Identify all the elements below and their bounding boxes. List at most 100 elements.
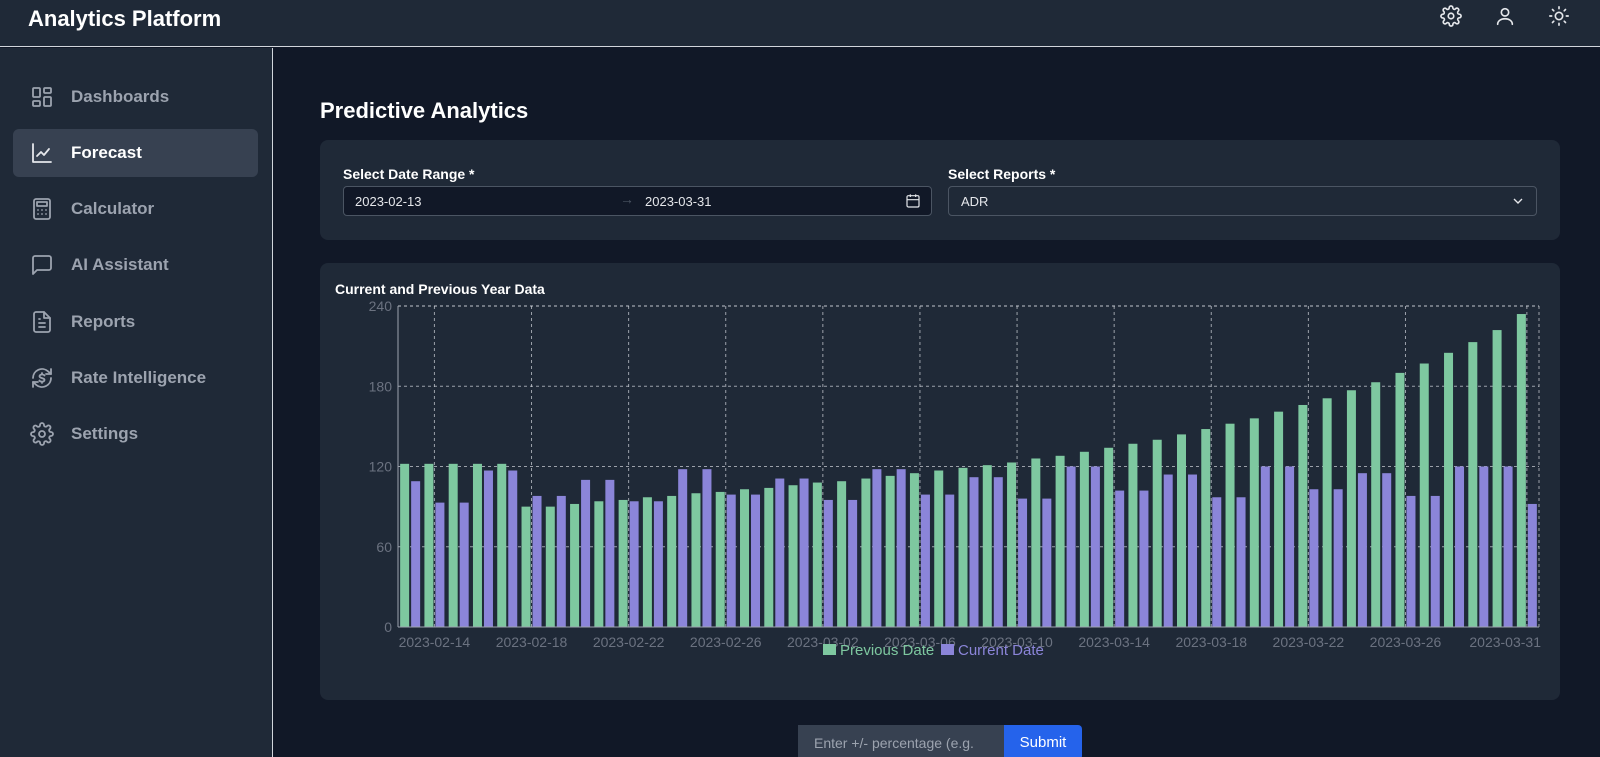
bar-current-date (1115, 490, 1125, 627)
sidebar-item-forecast[interactable]: Forecast (13, 129, 258, 177)
bar-previous-date (788, 485, 798, 627)
bar-previous-date (521, 506, 531, 627)
submit-button[interactable]: Submit (1004, 725, 1082, 757)
bar-current-date (1382, 473, 1392, 627)
bar-previous-date (1152, 439, 1162, 627)
sidebar-item-label: Reports (71, 312, 136, 331)
chart-card: Current and Previous Year Data 0 60 120 180… (320, 263, 1560, 700)
user-icon[interactable] (1494, 5, 1516, 27)
sidebar-item-rate-intelligence[interactable]: Rate Intelligence (13, 354, 258, 402)
bar-current-date (1236, 497, 1246, 627)
bar-current-date (556, 495, 566, 627)
bar-previous-date (812, 482, 822, 627)
bar-current-date (1479, 466, 1489, 627)
bar-current-date (1163, 474, 1173, 627)
reports-select[interactable]: ADR (948, 186, 1537, 216)
percentage-input[interactable] (798, 725, 1004, 757)
sidebar-item-settings[interactable]: Settings (13, 410, 258, 458)
bar-current-date (1430, 495, 1440, 627)
bar-current-date (945, 494, 955, 627)
bar-current-date (459, 502, 469, 627)
x-tick-label: 2023-02-26 (690, 634, 762, 650)
bar-previous-date (570, 503, 580, 627)
legend-label: Previous Date (840, 642, 934, 659)
bar-previous-date (1201, 429, 1211, 627)
sun-icon[interactable] (1548, 5, 1570, 27)
bar-previous-date (1055, 455, 1065, 627)
bar-previous-date (764, 487, 774, 627)
bar-previous-date (594, 501, 604, 627)
sidebar-item-label: Forecast (71, 143, 142, 162)
calendar-icon[interactable] (905, 193, 921, 209)
date-start-input[interactable]: 2023-02-13 (355, 194, 422, 209)
bar-previous-date (448, 463, 458, 627)
bar-previous-date (642, 497, 652, 627)
bar-current-date (896, 469, 906, 627)
bar-current-date (653, 501, 663, 627)
bar-previous-date (691, 493, 701, 627)
date-end-input[interactable]: 2023-03-31 (645, 194, 712, 209)
bar-previous-date (1007, 462, 1017, 627)
bar-previous-date (934, 470, 944, 627)
bar-current-date (483, 470, 493, 627)
bar-previous-date (1104, 447, 1114, 627)
bar-current-date (1187, 474, 1197, 627)
bar-previous-date (424, 463, 434, 627)
sidebar-item-ai-assistant[interactable]: AI Assistant (13, 241, 258, 289)
bar-previous-date (1468, 342, 1478, 627)
bar-current-date (775, 478, 785, 627)
sidebar-item-label: Settings (71, 424, 139, 443)
bar-current-date (605, 479, 615, 627)
bar-previous-date (1249, 418, 1259, 627)
sidebar-item-label: AI Assistant (71, 255, 169, 274)
bar-current-date (435, 502, 445, 627)
calculator-icon (29, 196, 55, 222)
app-title: Analytics Platform (28, 6, 222, 31)
bar-previous-date (1516, 314, 1526, 627)
date-range-picker[interactable]: 2023-02-13 → 2023-03-31 (343, 186, 932, 216)
sidebar-item-reports[interactable]: Reports (13, 298, 258, 346)
y-tick-label: 240 (369, 298, 393, 314)
legend-label: Current Date (958, 642, 1044, 659)
sidebar-item-label: Calculator (71, 199, 155, 218)
bar-current-date (1503, 466, 1513, 627)
bar-current-date (1066, 466, 1076, 627)
bar-current-date (969, 477, 979, 627)
bar-previous-date (740, 489, 750, 627)
bar-current-date (920, 494, 930, 627)
line-chart-icon (29, 140, 55, 166)
bar-previous-date (1176, 434, 1186, 627)
x-tick-label: 2023-03-18 (1175, 634, 1247, 650)
bar-current-date (1260, 466, 1270, 627)
bar-current-date (1333, 489, 1343, 627)
bar-previous-date (909, 473, 919, 627)
bar-current-date (823, 499, 833, 627)
bar-previous-date (1274, 411, 1284, 627)
date-range-label: Select Date Range * (343, 166, 475, 182)
legend-swatch (823, 644, 836, 655)
bar-previous-date (1079, 451, 1089, 627)
sidebar: Dashboards Forecast Calculator AI Assist… (0, 48, 273, 757)
date-separator-arrow: → (620, 191, 634, 207)
reports-label: Select Reports * (948, 166, 1056, 182)
bar-current-date (872, 469, 882, 627)
sidebar-item-dashboards[interactable]: Dashboards (13, 73, 258, 121)
bar-previous-date (1371, 382, 1381, 627)
bar-current-date (411, 481, 421, 627)
top-bar: Analytics Platform (0, 0, 1600, 47)
x-tick-label: 2023-03-26 (1370, 634, 1442, 650)
sidebar-item-calculator[interactable]: Calculator (13, 185, 258, 233)
settings-gear-icon (29, 421, 55, 447)
bar-previous-date (982, 465, 992, 627)
chat-bubble-icon (29, 252, 55, 278)
bar-previous-date (861, 478, 871, 627)
bar-previous-date (1492, 330, 1502, 627)
bar-current-date (1090, 466, 1100, 627)
bar-current-date (848, 499, 858, 627)
bar-current-date (726, 494, 736, 627)
dashboard-grid-icon (29, 84, 55, 110)
bar-current-date (1455, 466, 1465, 627)
settings-gear-icon[interactable] (1440, 5, 1462, 27)
y-tick-label: 0 (384, 619, 392, 635)
bar-current-date (678, 469, 688, 627)
